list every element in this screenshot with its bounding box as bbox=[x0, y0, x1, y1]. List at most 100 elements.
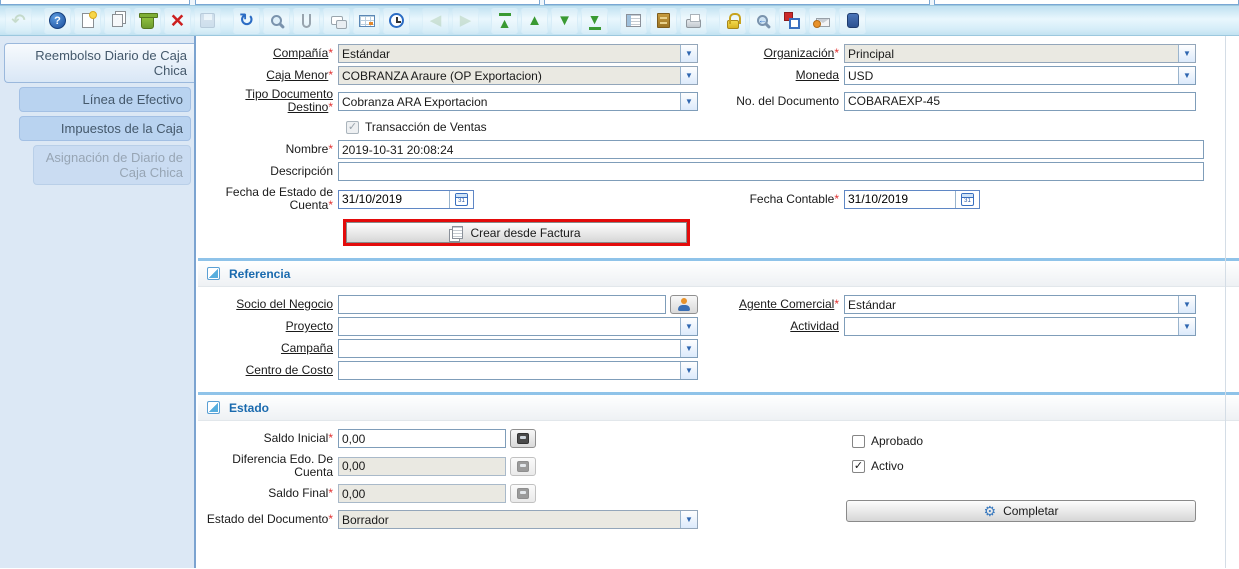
chevron-down-icon: ▼ bbox=[680, 67, 697, 84]
nombre-label: Nombre* bbox=[285, 142, 333, 156]
proyecto-select[interactable]: ▼ bbox=[338, 317, 698, 336]
report-icon[interactable] bbox=[620, 7, 647, 34]
new-record-icon[interactable] bbox=[74, 7, 101, 34]
collapse-icon bbox=[207, 267, 220, 280]
socio-input[interactable] bbox=[338, 295, 666, 314]
actividad-label[interactable]: Actividad bbox=[698, 320, 844, 333]
chevron-down-icon: ▼ bbox=[1178, 318, 1195, 335]
copy-document-icon bbox=[452, 226, 464, 239]
proyecto-label[interactable]: Proyecto bbox=[198, 320, 338, 333]
estado-section-header[interactable]: Estado bbox=[198, 395, 1239, 421]
aprobado-checkbox[interactable] bbox=[852, 434, 865, 448]
copy-record-icon[interactable] bbox=[104, 7, 131, 34]
find-icon[interactable] bbox=[263, 7, 290, 34]
tab-sidebar: Reembolso Diario de Caja Chica Línea de … bbox=[0, 36, 196, 568]
refresh-icon[interactable] bbox=[233, 7, 260, 34]
first-record-icon[interactable] bbox=[491, 7, 518, 34]
diferencia-calculator-button bbox=[510, 456, 536, 476]
completar-button[interactable]: Completar bbox=[846, 500, 1196, 522]
delete-selection-icon[interactable] bbox=[164, 7, 191, 34]
fecha-edo-field bbox=[338, 189, 474, 209]
zoom-across-icon[interactable] bbox=[749, 7, 776, 34]
workflow-icon[interactable] bbox=[779, 7, 806, 34]
compania-select[interactable]: Estándar ▼ bbox=[338, 44, 698, 63]
saldo-final-calculator-button bbox=[510, 484, 536, 503]
business-partner-icon bbox=[678, 298, 690, 311]
descripcion-input[interactable] bbox=[338, 162, 1204, 181]
delete-record-icon[interactable] bbox=[134, 7, 161, 34]
descripcion-label: Descripción bbox=[270, 164, 333, 178]
fecha-edo-calendar-button[interactable] bbox=[449, 190, 473, 208]
history-icon[interactable] bbox=[383, 7, 410, 34]
undo-icon[interactable] bbox=[5, 7, 32, 34]
activo-checkbox[interactable] bbox=[852, 459, 865, 473]
save-icon[interactable] bbox=[194, 7, 221, 34]
chevron-down-icon: ▼ bbox=[680, 318, 697, 335]
form-panel: Compañía* Estándar ▼ Organización* Princi… bbox=[196, 36, 1239, 568]
socio-label[interactable]: Socio del Negocio bbox=[198, 298, 338, 311]
print-icon[interactable] bbox=[680, 7, 707, 34]
window-tab-strip bbox=[0, 0, 1239, 5]
request-icon[interactable] bbox=[809, 7, 836, 34]
moneda-label[interactable]: Moneda bbox=[698, 69, 844, 82]
sidebar-tab-asignacion: Asignación de Diario de Caja Chica bbox=[33, 145, 191, 185]
sidebar-tab-impuestos[interactable]: Impuestos de la Caja bbox=[19, 116, 191, 141]
grid-toggle-icon[interactable] bbox=[353, 7, 380, 34]
campana-label[interactable]: Campaña bbox=[198, 342, 338, 355]
nombre-input[interactable] bbox=[338, 140, 1204, 159]
calculator-icon bbox=[517, 460, 529, 472]
estado-doc-select[interactable]: Borrador ▼ bbox=[338, 510, 698, 529]
compania-label[interactable]: Compañía* bbox=[198, 47, 338, 60]
tipo-doc-label[interactable]: Tipo Documento Destino* bbox=[198, 88, 338, 114]
attachment-icon[interactable] bbox=[293, 7, 320, 34]
chevron-down-icon: ▼ bbox=[680, 340, 697, 357]
caja-menor-label[interactable]: Caja Menor* bbox=[198, 69, 338, 82]
chevron-down-icon: ▼ bbox=[1178, 45, 1195, 62]
fecha-edo-label: Fecha de Estado de Cuenta* bbox=[225, 185, 333, 212]
no-doc-input[interactable] bbox=[844, 91, 1196, 111]
next-record-icon[interactable] bbox=[551, 7, 578, 34]
moneda-select[interactable]: USD ▼ bbox=[844, 66, 1196, 85]
crear-desde-factura-highlight: Crear desde Factura bbox=[343, 219, 690, 246]
crear-desde-factura-button[interactable]: Crear desde Factura bbox=[346, 222, 687, 243]
socio-search-button[interactable] bbox=[670, 295, 698, 314]
sidebar-tab-linea-efectivo[interactable]: Línea de Efectivo bbox=[19, 87, 191, 112]
campana-select[interactable]: ▼ bbox=[338, 339, 698, 358]
saldo-inicial-input[interactable] bbox=[338, 429, 506, 448]
organizacion-select[interactable]: Principal ▼ bbox=[844, 44, 1196, 63]
diferencia-input bbox=[338, 456, 506, 476]
lock-icon[interactable] bbox=[719, 7, 746, 34]
chevron-down-icon: ▼ bbox=[680, 45, 697, 62]
product-info-icon[interactable] bbox=[839, 7, 866, 34]
fecha-contable-input[interactable] bbox=[845, 190, 955, 208]
saldo-inicial-calculator-button[interactable] bbox=[510, 429, 536, 448]
detail-record-icon[interactable] bbox=[452, 7, 479, 34]
transaccion-ventas-checkbox bbox=[346, 120, 359, 134]
parent-record-icon[interactable] bbox=[422, 7, 449, 34]
agente-label[interactable]: Agente Comercial* bbox=[698, 298, 844, 311]
fecha-contable-calendar-button[interactable] bbox=[955, 190, 979, 208]
centro-costo-select[interactable]: ▼ bbox=[338, 361, 698, 380]
calendar-icon bbox=[455, 192, 468, 206]
chat-icon[interactable] bbox=[323, 7, 350, 34]
referencia-section-header[interactable]: Referencia bbox=[198, 261, 1239, 287]
no-doc-label: No. del Documento bbox=[736, 93, 839, 108]
previous-record-icon[interactable] bbox=[521, 7, 548, 34]
caja-menor-select[interactable]: COBRANZA Araure (OP Exportacion) ▼ bbox=[338, 66, 698, 85]
sidebar-tab-reembolso[interactable]: Reembolso Diario de Caja Chica bbox=[4, 43, 194, 83]
actividad-select[interactable]: ▼ bbox=[844, 317, 1196, 336]
organizacion-label[interactable]: Organización* bbox=[698, 47, 844, 60]
agente-select[interactable]: Estándar ▼ bbox=[844, 295, 1196, 314]
archive-icon[interactable] bbox=[650, 7, 677, 34]
help-icon[interactable] bbox=[44, 7, 71, 34]
fecha-edo-input[interactable] bbox=[339, 190, 449, 208]
gear-icon bbox=[984, 504, 997, 519]
fecha-contable-label: Fecha Contable* bbox=[749, 191, 839, 206]
centro-costo-label[interactable]: Centro de Costo bbox=[198, 364, 338, 377]
last-record-icon[interactable] bbox=[581, 7, 608, 34]
calculator-icon bbox=[517, 488, 529, 499]
estado-doc-label: Estado del Documento* bbox=[206, 512, 333, 526]
saldo-final-label: Saldo Final* bbox=[268, 486, 333, 500]
tipo-doc-select[interactable]: Cobranza ARA Exportacion ▼ bbox=[338, 91, 698, 111]
saldo-final-input bbox=[338, 484, 506, 503]
